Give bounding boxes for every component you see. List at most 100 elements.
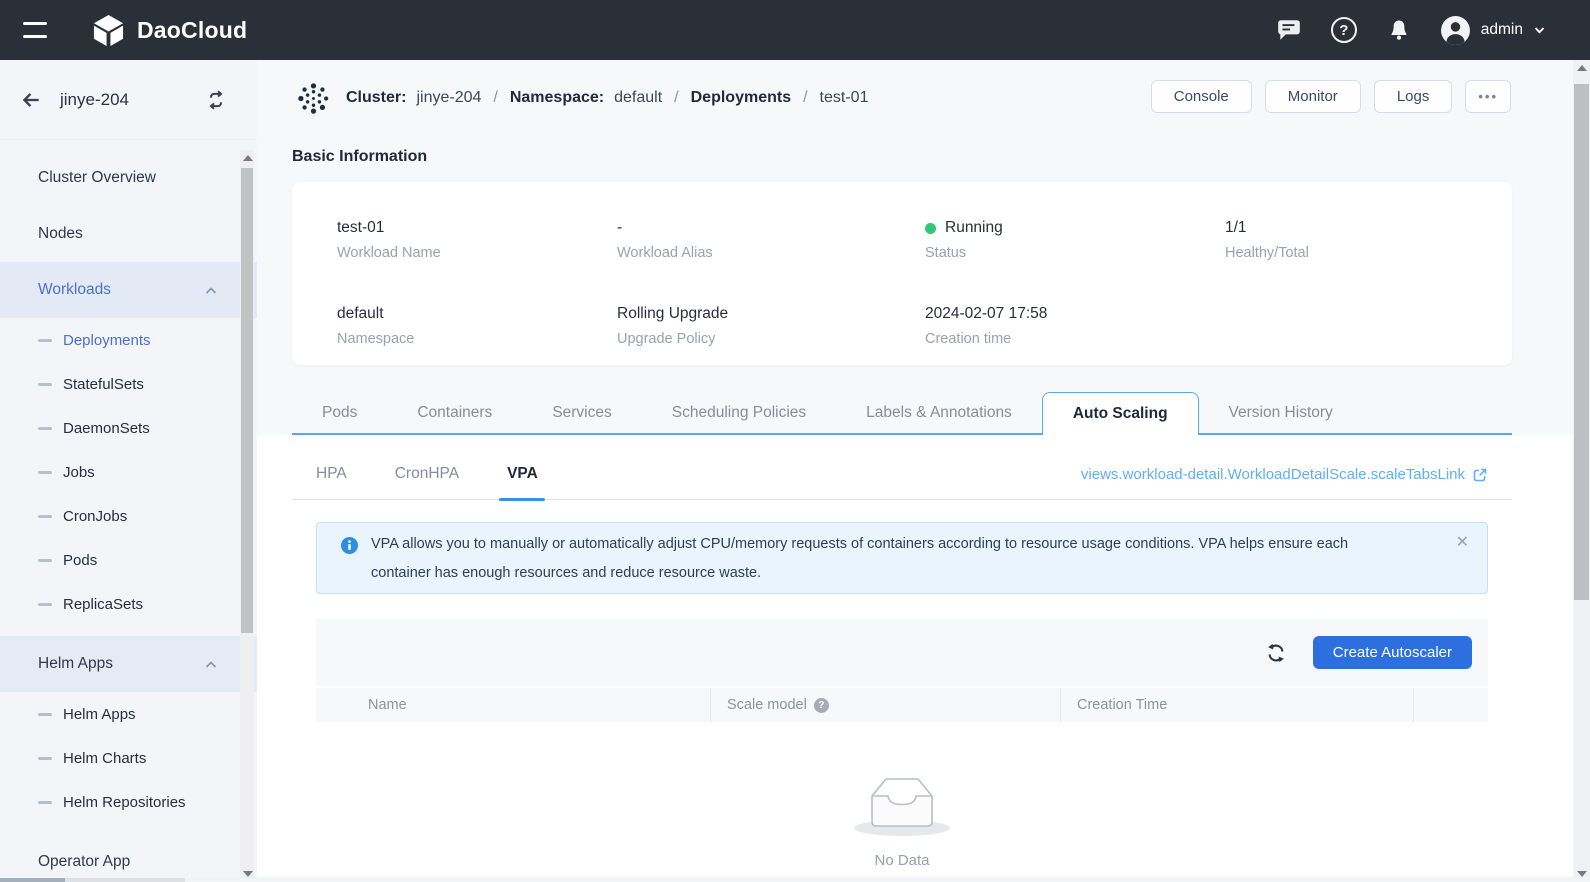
tab-labels-annotations[interactable]: Labels & Annotations: [836, 392, 1042, 433]
tab-containers[interactable]: Containers: [387, 392, 522, 433]
back-arrow-icon[interactable]: [20, 89, 42, 111]
nav-label: Cluster Overview: [38, 169, 156, 187]
create-autoscaler-button[interactable]: Create Autoscaler: [1313, 636, 1472, 669]
sidebar-item-helm-repositories[interactable]: Helm Repositories: [0, 780, 257, 824]
sidebar-item-cluster-overview[interactable]: Cluster Overview: [0, 150, 257, 206]
more-actions-button[interactable]: •••: [1465, 80, 1511, 113]
dash-icon: [38, 339, 52, 342]
breadcrumb-deployments-link[interactable]: Deployments: [691, 89, 791, 107]
sidebar-item-cronjobs[interactable]: CronJobs: [0, 494, 257, 538]
breadcrumb-current-item: test-01: [820, 89, 869, 107]
sidebar-header: jinye-204: [0, 60, 257, 140]
field-workload-name: test-01 Workload Name: [337, 219, 617, 279]
external-link-icon: [1472, 467, 1488, 483]
breadcrumb-separator: /: [493, 89, 497, 107]
sidebar-item-jobs[interactable]: Jobs: [0, 450, 257, 494]
topbar-actions: ? admin: [1275, 15, 1546, 46]
scale-model-help-icon[interactable]: ?: [814, 698, 829, 713]
nav-label: DaemonSets: [63, 420, 150, 437]
daocloud-logo[interactable]: DaoCloud: [91, 14, 247, 47]
scale-tabs-link-text: views.workload-detail.WorkloadDetailScal…: [1081, 466, 1465, 483]
notifications-bell-icon[interactable]: [1385, 16, 1413, 44]
dash-icon: [38, 801, 52, 804]
breadcrumb-separator: /: [803, 89, 807, 107]
field-value: test-01: [337, 219, 617, 237]
main-content: Cluster: jinye-204 / Namespace: default …: [257, 60, 1573, 882]
breadcrumb-cluster-label: Cluster:: [346, 89, 406, 107]
breadcrumb-separator: /: [674, 89, 678, 107]
auto-scaling-panel: HPA CronHPA VPA views.workload-detail.Wo…: [257, 435, 1573, 876]
scale-tabs-link[interactable]: views.workload-detail.WorkloadDetailScal…: [1081, 449, 1488, 500]
nav-label: Helm Apps: [38, 655, 113, 673]
scroll-up-arrow-icon[interactable]: [243, 155, 253, 161]
horizontal-scrollbar[interactable]: [0, 878, 1590, 882]
sidebar-item-pods[interactable]: Pods: [0, 538, 257, 582]
sidebar-item-nodes[interactable]: Nodes: [0, 206, 257, 262]
sidebar-item-helm-charts[interactable]: Helm Charts: [0, 736, 257, 780]
topbar: DaoCloud ?: [0, 0, 1590, 60]
scale-subtabs: HPA CronHPA VPA views.workload-detail.Wo…: [292, 449, 1512, 500]
cluster-dots-icon: [297, 82, 330, 115]
user-menu[interactable]: admin: [1440, 15, 1546, 46]
field-status: Running Status: [925, 219, 1225, 279]
help-icon[interactable]: ?: [1330, 16, 1358, 44]
column-header-actions: [1413, 688, 1488, 722]
nav-label: Pods: [63, 552, 97, 569]
table-toolbar: Create Autoscaler: [316, 619, 1488, 686]
field-label: Status: [925, 245, 1225, 261]
sidebar-item-daemonsets[interactable]: DaemonSets: [0, 406, 257, 450]
vertical-scrollbar-thumb[interactable]: [1574, 84, 1589, 600]
sidebar-item-helm-apps[interactable]: Helm Apps: [0, 692, 257, 736]
basic-information-card: test-01 Workload Name - Workload Alias R…: [292, 182, 1512, 365]
field-creation-time: 2024-02-07 17:58 Creation time: [925, 305, 1225, 365]
field-label: Workload Name: [337, 245, 617, 261]
avatar: [1440, 15, 1471, 46]
sidebar-scrollbar-thumb[interactable]: [241, 168, 253, 633]
tab-pods[interactable]: Pods: [292, 392, 387, 433]
subtab-hpa[interactable]: HPA: [316, 449, 347, 499]
sidebar-item-operator-app[interactable]: Operator App: [0, 834, 257, 882]
subtab-vpa[interactable]: VPA: [507, 449, 538, 499]
sidebar-scrollbar[interactable]: [240, 150, 254, 882]
scroll-down-arrow-icon[interactable]: [243, 871, 253, 877]
field-value: default: [337, 305, 617, 323]
vertical-scrollbar[interactable]: [1573, 60, 1590, 882]
chevron-up-icon: [205, 660, 217, 669]
banner-close-icon[interactable]: ✕: [1456, 535, 1469, 551]
horizontal-scrollbar-thumb[interactable]: [0, 878, 65, 882]
basic-information-title: Basic Information: [292, 148, 1573, 166]
sidebar-item-statefulsets[interactable]: StatefulSets: [0, 362, 257, 406]
field-namespace: default Namespace: [337, 305, 617, 365]
tab-scheduling-policies[interactable]: Scheduling Policies: [642, 392, 836, 433]
sidebar-item-workloads[interactable]: Workloads: [0, 262, 257, 318]
subtab-cronhpa[interactable]: CronHPA: [395, 449, 459, 499]
scroll-down-arrow-icon[interactable]: [1577, 871, 1587, 877]
tab-auto-scaling[interactable]: Auto Scaling: [1042, 392, 1199, 435]
page-header: Cluster: jinye-204 / Namespace: default …: [257, 60, 1573, 136]
scroll-up-arrow-icon[interactable]: [1577, 65, 1587, 71]
logs-button[interactable]: Logs: [1374, 80, 1453, 113]
switch-cluster-icon[interactable]: [205, 89, 227, 111]
user-name: admin: [1481, 21, 1523, 39]
field-value: Rolling Upgrade: [617, 305, 925, 323]
refresh-icon[interactable]: [1265, 642, 1287, 664]
detail-tabs: Pods Containers Services Scheduling Poli…: [292, 392, 1512, 435]
sidebar-item-replicasets[interactable]: ReplicaSets: [0, 582, 257, 626]
no-data-text: No Data: [874, 852, 929, 869]
hamburger-menu-icon[interactable]: [23, 22, 49, 38]
sidebar-item-helm-apps-group[interactable]: Helm Apps: [0, 636, 257, 692]
nav-label: Helm Repositories: [63, 794, 186, 811]
vpa-info-banner: VPA allows you to manually or automatica…: [316, 522, 1488, 594]
tab-services[interactable]: Services: [522, 392, 641, 433]
column-label: Scale model: [727, 697, 807, 713]
workload-actions: Console Monitor Logs •••: [1151, 80, 1511, 113]
field-label: Workload Alias: [617, 245, 925, 261]
chat-icon[interactable]: [1275, 16, 1303, 44]
console-button[interactable]: Console: [1151, 80, 1252, 113]
dash-icon: [38, 757, 52, 760]
sidebar: jinye-204 Cluster Overview Nodes Workloa…: [0, 60, 257, 882]
field-label: Namespace: [337, 331, 617, 347]
sidebar-item-deployments[interactable]: Deployments: [0, 318, 257, 362]
monitor-button[interactable]: Monitor: [1265, 80, 1361, 113]
tab-version-history[interactable]: Version History: [1199, 392, 1363, 433]
